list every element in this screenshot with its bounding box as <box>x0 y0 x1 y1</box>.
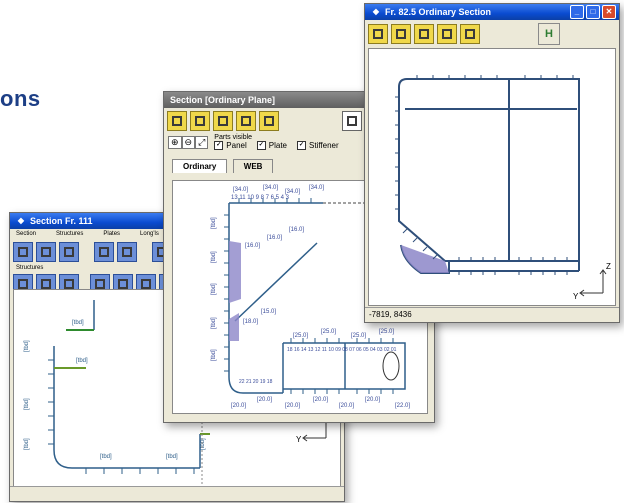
status-bar: -7819, 8436 <box>365 307 619 322</box>
panel-checkbox[interactable]: ✓ Panel <box>214 141 247 150</box>
plate-icon[interactable] <box>414 24 434 44</box>
drawing-label: [tbd] <box>72 320 84 326</box>
drawing-label: 13 11 10 9 8 7 6 5 4 3 <box>231 195 290 201</box>
section-icon[interactable] <box>13 242 33 262</box>
drawing-label: [25.0] <box>321 329 336 335</box>
drawing-label: [16.0] <box>267 235 282 241</box>
drawing-label: [34.0] <box>309 185 324 191</box>
stiffener-checkbox[interactable]: ✓ Stiffener <box>297 141 339 150</box>
drawing-label: 22 21 20 19 18 <box>239 379 273 385</box>
drawing-label: [20.0] <box>257 397 272 403</box>
tab-ordinary[interactable]: Ordinary <box>172 159 228 173</box>
section-icon[interactable] <box>167 111 187 131</box>
grid-icon[interactable] <box>59 242 79 262</box>
minimize-icon[interactable]: _ <box>570 5 584 19</box>
drawing-label: [20.0] <box>313 397 328 403</box>
drawing-label: [34.0] <box>263 185 278 191</box>
window-fr-ordinary-section[interactable]: ◆ Fr. 82.5 Ordinary Section _ □ ✕ H Z Y … <box>364 3 620 323</box>
drawing-canvas[interactable]: Z Y <box>368 48 616 306</box>
maximize-icon[interactable]: □ <box>586 5 600 19</box>
drawing-label: [20.0] <box>339 403 354 409</box>
drawing-label: [15.0] <box>261 309 276 315</box>
close-icon[interactable]: ✕ <box>602 5 616 19</box>
group-label-structures: Structures <box>56 231 84 237</box>
axis-z-label: Z <box>606 262 611 271</box>
group-label-section: Section <box>16 231 37 237</box>
checkbox-label: Panel <box>226 141 247 150</box>
drawing-label: [tbd] <box>76 358 88 364</box>
drawing-label: [tbd] <box>211 283 217 295</box>
group-label-plates: Plates <box>103 231 121 237</box>
drawing-label: [25.0] <box>293 333 308 339</box>
drawing-label: [tbd] <box>211 217 217 229</box>
app-icon: ◆ <box>372 7 380 16</box>
drawing-label: [tbd] <box>24 398 30 410</box>
drawing-label: [tbd] <box>24 438 30 450</box>
tab-web[interactable]: WEB <box>232 159 274 173</box>
plate-icon[interactable] <box>236 111 256 131</box>
plate-edit-icon[interactable] <box>117 242 137 262</box>
checkbox-label: Plate <box>268 141 287 150</box>
drawing-label: [tbd] <box>24 340 30 352</box>
axis-y-label: Y <box>296 435 302 444</box>
drawing-label: [18.0] <box>243 319 258 325</box>
pencil-icon[interactable] <box>259 111 279 131</box>
zoom-out-icon[interactable]: ⊖ <box>181 135 196 149</box>
drawing-label: [25.0] <box>379 329 394 335</box>
drawing-label: [34.0] <box>233 187 248 193</box>
parts-visible-label: Parts visible <box>214 134 253 141</box>
parts-visible-group: Parts visible ✓ Panel ✓ Plate ✓ Stiffener <box>214 134 348 150</box>
panel-icon[interactable] <box>342 111 362 131</box>
table-icon[interactable] <box>213 111 233 131</box>
drawing-label: [20.0] <box>365 397 380 403</box>
drawing-label: [16.0] <box>245 243 260 249</box>
app-icon: ◆ <box>17 216 25 225</box>
title-bar[interactable]: ◆ Fr. 82.5 Ordinary Section _ □ ✕ <box>365 4 619 20</box>
drawing-label: [25.0] <box>351 333 366 339</box>
cursor-coordinates: -7819, 8436 <box>369 310 412 319</box>
drawing-label: [20.0] <box>285 403 300 409</box>
drawing-label: [tbd] <box>166 454 178 460</box>
structure-icon[interactable] <box>36 242 56 262</box>
status-bar <box>10 486 344 501</box>
heading-fragment: ons <box>0 86 41 111</box>
drawing-label: 18 16 14 13 12 11 10 09 08 07 06 05 04 0… <box>287 347 397 353</box>
drawing-label: [tbd] <box>211 317 217 329</box>
section-drawing: Z Y <box>395 75 611 301</box>
section-icon[interactable] <box>368 24 388 44</box>
drawing-label: [16.0] <box>289 227 304 233</box>
drawing-label: [tbd] <box>211 251 217 263</box>
list-icon[interactable] <box>437 24 457 44</box>
panel-icon[interactable] <box>460 24 480 44</box>
drawing-label: [20.0] <box>231 403 246 409</box>
drawing-label: [tbd] <box>200 438 206 450</box>
table-icon[interactable] <box>391 24 411 44</box>
plate-icon[interactable] <box>94 242 114 262</box>
drawing-label: [tbd] <box>100 454 112 460</box>
plate-checkbox[interactable]: ✓ Plate <box>256 141 287 150</box>
drawing-label: [tbd] <box>211 349 217 361</box>
drawing-label: [22.0] <box>395 403 410 409</box>
h-button[interactable]: H <box>538 23 560 45</box>
zoom-fit-icon[interactable]: ⤢ <box>195 135 209 149</box>
group-label-longls: Long'ls <box>140 231 159 237</box>
window-title: Fr. 82.5 Ordinary Section <box>385 7 492 17</box>
zoom-in-icon[interactable]: ⊕ <box>168 135 182 149</box>
frame-icon[interactable] <box>190 111 210 131</box>
main-toolbar: H <box>365 20 619 48</box>
axis-y-label: Y <box>573 292 579 301</box>
checkbox-label: Stiffener <box>309 141 339 150</box>
